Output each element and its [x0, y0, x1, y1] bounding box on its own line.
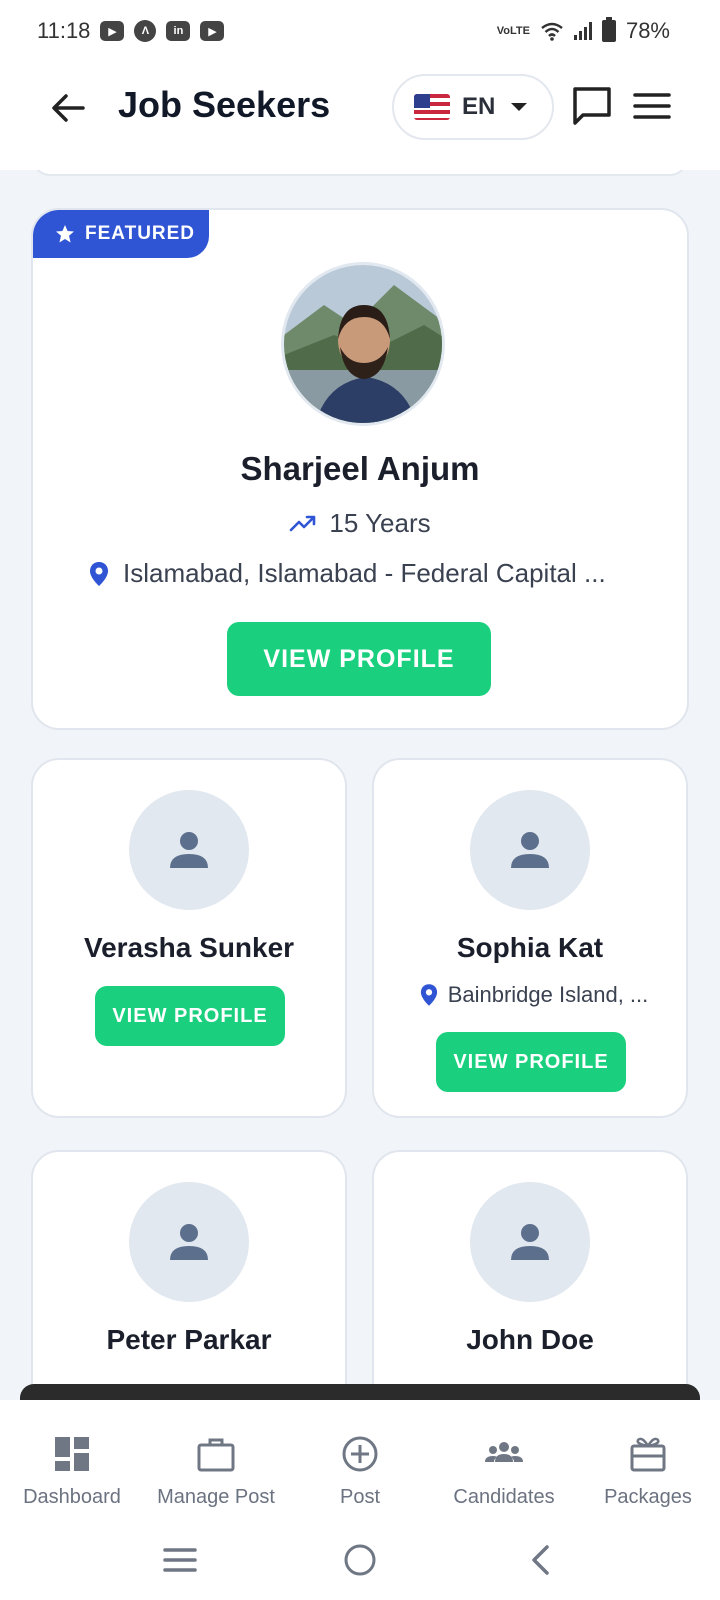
chat-button[interactable] — [570, 84, 614, 128]
chevron-left-icon — [532, 1545, 549, 1575]
recent-apps-button[interactable] — [160, 1540, 200, 1580]
location-row: Islamabad, Islamabad - Federal Capital .… — [89, 558, 649, 589]
previous-card — [32, 170, 688, 176]
candidate-name: Sharjeel Anjum — [240, 450, 480, 487]
gift-icon — [630, 1437, 666, 1472]
bottom-nav: Dashboard Manage Post Post Candidates Pa… — [0, 1400, 720, 1520]
dashboard-icon — [55, 1437, 89, 1471]
featured-badge: FEATURED — [33, 210, 209, 258]
person-icon — [511, 832, 549, 868]
nav-manage-post-label: Manage Post — [157, 1486, 275, 1508]
featured-badge-label: FEATURED — [85, 223, 196, 244]
us-flag-icon — [414, 94, 450, 120]
arrow-left-icon — [52, 94, 85, 122]
page-title: Job Seekers — [118, 84, 331, 125]
candidate-name: Peter Parkar — [106, 1324, 272, 1355]
language-selector[interactable]: EN — [392, 74, 554, 140]
recents-icon — [163, 1548, 197, 1572]
view-profile-button[interactable]: VIEW PROFILE — [436, 1032, 626, 1092]
youtube-icon: ▶ — [200, 21, 225, 41]
nav-manage-post[interactable]: Manage Post — [144, 1400, 288, 1520]
location-pin-icon — [420, 984, 437, 1006]
avatar — [470, 1182, 590, 1302]
location-row: Bainbridge Island, ... — [404, 982, 664, 1008]
view-profile-button[interactable]: VIEW PROFILE — [227, 622, 491, 696]
candidate-card[interactable]: John Doe — [372, 1150, 688, 1400]
person-icon — [511, 1224, 549, 1260]
location-text: Bainbridge Island, ... — [447, 982, 649, 1007]
experience-text: 15 Years — [329, 508, 431, 538]
status-time: 11:18 — [37, 18, 91, 43]
person-icon — [170, 1224, 208, 1260]
back-button[interactable] — [48, 88, 88, 128]
home-button[interactable] — [340, 1540, 380, 1580]
candidate-card[interactable]: Peter Parkar — [31, 1150, 347, 1400]
back-nav-button[interactable] — [520, 1540, 560, 1580]
avatar — [470, 790, 590, 910]
candidate-card[interactable]: Verasha Sunker VIEW PROFILE — [31, 758, 347, 1118]
experience-row: 15 Years — [33, 508, 687, 539]
wifi-icon — [541, 22, 563, 41]
volte-indicator: VoLTE — [496, 25, 530, 37]
app-header: Job Seekers EN — [0, 62, 720, 170]
avatar — [129, 790, 249, 910]
status-right: VoLTE 78% — [496, 17, 670, 44]
chat-icon — [573, 87, 611, 125]
signal-icon — [573, 22, 592, 40]
trending-up-icon — [290, 515, 316, 531]
battery-icon — [601, 17, 616, 42]
profile-photo — [284, 265, 442, 423]
view-profile-button[interactable]: VIEW PROFILE — [95, 986, 285, 1046]
status-bar: 11:18 ▶ Λ in ▶ VoLTE 78% — [0, 0, 720, 62]
nav-packages-label: Packages — [604, 1486, 692, 1508]
plus-circle-icon — [342, 1436, 378, 1472]
content-area[interactable]: FEATURED Sharjeel Anjum 15 Years Islamab… — [0, 170, 720, 1400]
location-pin-icon — [90, 561, 108, 586]
app-icon: Λ — [134, 20, 157, 42]
avatar — [281, 262, 445, 426]
candidate-name: Verasha Sunker — [83, 932, 295, 963]
battery-percent: 78% — [625, 18, 670, 43]
nav-candidates[interactable]: Candidates — [432, 1400, 576, 1520]
group-icon — [485, 1442, 523, 1462]
linkedin-icon: in — [166, 21, 191, 41]
home-circle-icon — [344, 1544, 376, 1576]
status-left: 11:18 ▶ Λ in ▶ — [37, 18, 225, 44]
person-icon — [170, 832, 208, 868]
candidate-name: John Doe — [466, 1324, 594, 1355]
chevron-down-icon — [511, 103, 528, 111]
star-icon — [56, 225, 74, 243]
system-nav-bar — [0, 1520, 720, 1600]
briefcase-icon — [197, 1438, 235, 1472]
language-label: EN — [462, 93, 496, 120]
hamburger-icon — [633, 93, 671, 119]
nav-dashboard-label: Dashboard — [23, 1486, 121, 1508]
youtube-icon: ▶ — [100, 21, 125, 41]
avatar — [129, 1182, 249, 1302]
nav-post-label: Post — [339, 1486, 381, 1508]
nav-candidates-label: Candidates — [453, 1486, 555, 1508]
nav-packages[interactable]: Packages — [576, 1400, 720, 1520]
location-text: Islamabad, Islamabad - Federal Capital .… — [123, 558, 606, 588]
nav-dashboard[interactable]: Dashboard — [0, 1400, 144, 1520]
nav-post[interactable]: Post — [288, 1400, 432, 1520]
menu-button[interactable] — [632, 88, 672, 124]
candidate-name: Sophia Kat — [456, 932, 604, 963]
featured-candidate-card[interactable]: FEATURED Sharjeel Anjum 15 Years Islamab… — [31, 208, 689, 730]
candidate-card[interactable]: Sophia Kat Bainbridge Island, ... VIEW P… — [372, 758, 688, 1118]
